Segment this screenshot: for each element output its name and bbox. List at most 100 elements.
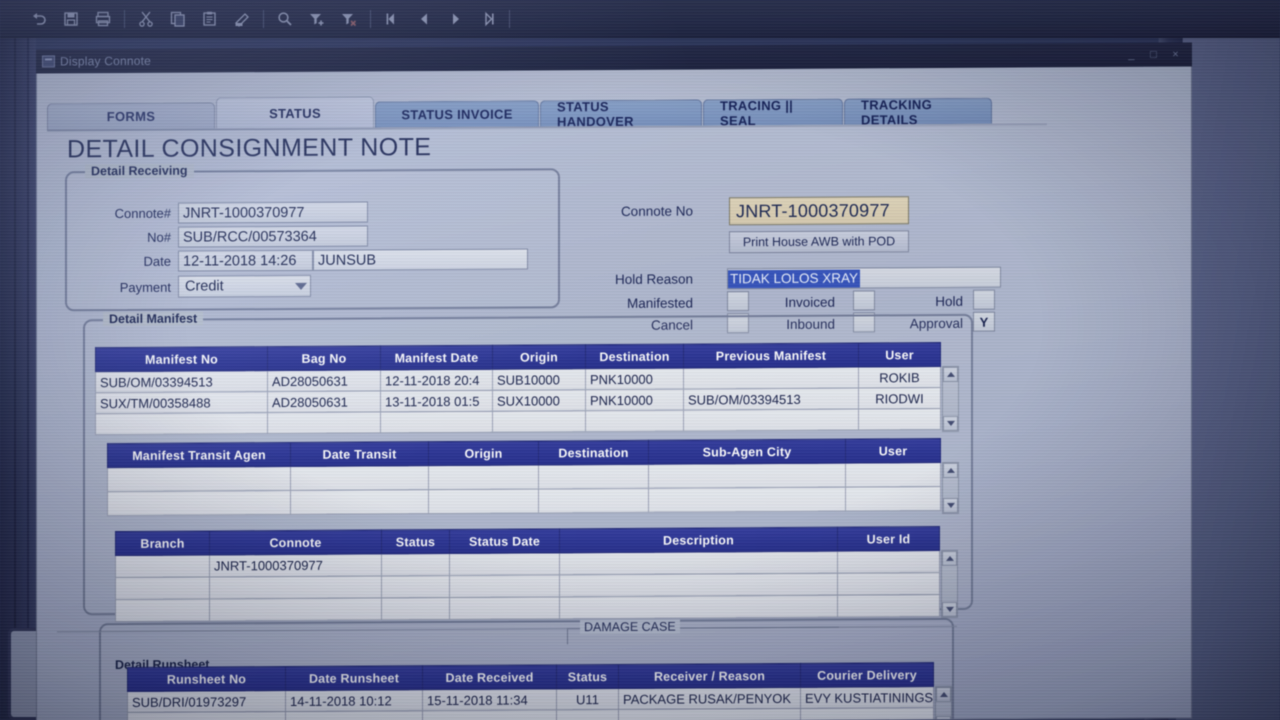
cell-runsheet-no[interactable]: SUB/DRI/01973297 [127, 690, 286, 713]
cell-manifest-no[interactable]: SUB/OM/03394513 [95, 370, 268, 393]
tab-status-handover[interactable]: STATUS HANDOVER [540, 99, 702, 129]
cell-description[interactable] [559, 551, 838, 575]
manifested-checkbox[interactable] [727, 291, 749, 312]
scroll-down-icon[interactable] [942, 601, 957, 617]
hold-checkbox[interactable] [973, 289, 995, 310]
cell-status-date[interactable] [449, 552, 560, 576]
cell-destination[interactable] [585, 410, 684, 432]
cell-branch[interactable] [115, 554, 210, 578]
cell-date-transit[interactable] [290, 465, 429, 491]
cell-status-date[interactable] [449, 574, 560, 598]
cell-date-transit[interactable] [290, 489, 429, 515]
tab-tracing-seal[interactable]: TRACING || SEAL [703, 97, 843, 128]
cell-origin[interactable]: SUB10000 [492, 368, 586, 391]
manifest-transit-grid[interactable]: Manifest Transit Agen Date Transit Origi… [107, 438, 959, 516]
cell-destination[interactable]: PNK10000 [585, 368, 684, 390]
cell-connote[interactable]: JNRT-1000370977 [209, 553, 382, 577]
cell-branch[interactable] [115, 576, 210, 600]
payment-select[interactable]: Credit [178, 274, 311, 298]
transit-grid-scrollbar[interactable] [942, 461, 959, 514]
next-record-icon[interactable] [441, 5, 471, 33]
invoiced-checkbox[interactable] [853, 290, 875, 311]
scroll-up-icon[interactable] [943, 366, 958, 382]
first-record-icon[interactable] [377, 5, 407, 33]
scroll-down-icon[interactable] [943, 497, 958, 513]
cell-status-date[interactable] [449, 596, 560, 620]
status-grid-scrollbar[interactable] [941, 549, 958, 619]
cell-courier-delivery[interactable] [800, 707, 934, 720]
cell-user[interactable]: RIODWI [858, 387, 941, 410]
clear-icon[interactable] [227, 5, 257, 33]
no-input[interactable]: SUB/RCC/00573364 [178, 225, 368, 248]
manifest-grid-scrollbar[interactable] [942, 365, 959, 432]
paste-icon[interactable] [195, 5, 225, 33]
cell-user[interactable] [845, 462, 941, 488]
status-grid[interactable]: Branch Connote Status Status Date Descri… [115, 526, 958, 622]
scroll-down-icon[interactable] [943, 415, 958, 431]
tab-status[interactable]: STATUS [216, 96, 374, 129]
cell-origin[interactable] [492, 410, 586, 433]
cell-branch[interactable] [115, 598, 210, 622]
table-row[interactable] [115, 594, 940, 622]
cell-connote[interactable] [209, 575, 382, 599]
filter-remove-icon[interactable] [334, 5, 364, 33]
find-icon[interactable] [270, 5, 300, 33]
cell-user[interactable] [845, 486, 941, 512]
cell-status[interactable] [381, 575, 450, 598]
connote-input[interactable]: JNRT-1000370977 [178, 201, 368, 224]
tab-tracking-details[interactable]: TRACKING DETAILS [844, 97, 992, 127]
cell-sub-agen-city[interactable] [648, 463, 846, 489]
cell-courier-delivery[interactable]: EVY KUSTIATININGSI [800, 686, 934, 709]
detail-runsheet-grid[interactable]: Runsheet No Date Runsheet Date Received … [127, 662, 952, 720]
receiving-user-input[interactable]: JUNSUB [313, 248, 528, 271]
cell-status[interactable] [381, 553, 450, 576]
cell-user[interactable]: ROKIB [858, 366, 941, 389]
cell-bag-no[interactable] [267, 411, 381, 434]
cell-previous-manifest[interactable] [683, 367, 859, 390]
cell-manifest-no[interactable] [95, 412, 268, 435]
filter-add-icon[interactable] [302, 5, 332, 33]
cell-date-received[interactable]: 15-11-2018 11:34 [422, 688, 557, 711]
cell-manifest-date[interactable]: 13-11-2018 01:5 [380, 390, 493, 412]
cell-description[interactable] [559, 573, 838, 597]
last-record-icon[interactable] [473, 5, 503, 33]
scroll-down-icon[interactable] [936, 715, 951, 720]
cell-bag-no[interactable]: AD28050631 [267, 390, 381, 413]
tab-status-invoice[interactable]: STATUS INVOICE [375, 100, 539, 128]
cell-manifest-date[interactable] [380, 411, 493, 433]
cell-destination[interactable] [538, 464, 649, 489]
prev-record-icon[interactable] [409, 5, 439, 33]
close-button[interactable]: × [1169, 49, 1182, 61]
save-icon[interactable] [56, 5, 86, 33]
minimize-button[interactable]: _ [1125, 49, 1138, 61]
detail-manifest-grid[interactable]: Manifest No Bag No Manifest Date Origin … [95, 342, 959, 435]
cell-destination[interactable] [538, 488, 649, 513]
table-row[interactable] [107, 486, 941, 516]
cell-receiver-reason[interactable] [618, 708, 801, 720]
cut-icon[interactable] [131, 5, 161, 33]
date-input[interactable]: 12-11-2018 14:26 [178, 249, 313, 272]
connote-no-input[interactable]: JNRT-1000370977 [729, 196, 909, 226]
cell-origin[interactable] [428, 464, 539, 490]
cell-receiver-reason[interactable]: PACKAGE RUSAK/PENYOK [618, 687, 801, 710]
cell-status[interactable] [381, 597, 450, 620]
undo-icon[interactable] [24, 5, 54, 33]
cell-status[interactable]: U11 [556, 688, 619, 710]
cell-date-received[interactable] [422, 709, 557, 720]
cell-runsheet-no[interactable] [127, 711, 286, 720]
cell-user[interactable] [858, 408, 941, 431]
print-house-awb-button[interactable]: Print House AWB with POD [729, 230, 909, 254]
tab-forms[interactable]: FORMS [47, 102, 215, 130]
cell-manifest-transit-agen[interactable] [107, 490, 291, 516]
cell-previous-manifest[interactable] [683, 409, 859, 432]
scroll-up-icon[interactable] [943, 462, 958, 478]
maximize-button[interactable]: □ [1147, 49, 1160, 61]
print-icon[interactable] [88, 5, 118, 33]
cell-date-runsheet[interactable]: 14-11-2018 10:12 [285, 689, 423, 712]
cell-user-id[interactable] [837, 594, 940, 618]
hold-reason-input[interactable]: TIDAK LOLOS XRAY [727, 266, 1001, 290]
scroll-up-icon[interactable] [936, 686, 951, 703]
cell-user-id[interactable] [837, 550, 940, 574]
cell-bag-no[interactable]: AD28050631 [267, 369, 381, 392]
copy-icon[interactable] [163, 5, 193, 33]
